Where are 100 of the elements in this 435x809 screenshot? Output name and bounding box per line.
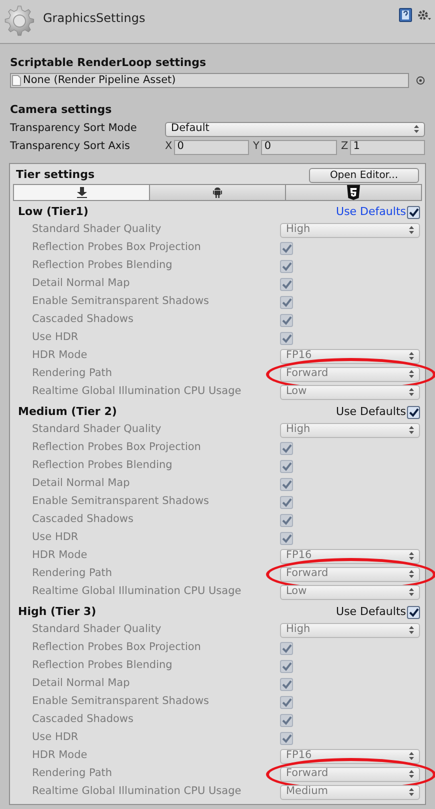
panel-heading: Tier settings [16, 166, 95, 183]
stepper-arrows-icon [409, 370, 414, 378]
stepper-arrows-icon [409, 770, 414, 778]
setting-dropdown[interactable]: High [280, 622, 420, 638]
checkbox[interactable] [280, 532, 293, 544]
asset-field[interactable]: None (Render Pipeline Asset) [10, 73, 409, 88]
setting-dropdown[interactable]: Forward [280, 366, 420, 382]
number-field[interactable]: 0 [261, 140, 337, 154]
checkbox[interactable] [280, 642, 293, 654]
checkbox[interactable] [280, 678, 293, 690]
platform-tab[interactable] [149, 185, 285, 200]
setting-label: Detail Normal Map [32, 676, 131, 692]
platform-tab[interactable] [14, 185, 149, 200]
tier-heading: Low (Tier1) [18, 204, 88, 220]
setting-label: Detail Normal Map [32, 276, 131, 292]
stepper-arrows-icon [409, 588, 414, 596]
use-defaults-label: Use Defaults [336, 204, 406, 220]
stepper-arrows-icon [409, 352, 414, 360]
setting-label: Use HDR [32, 730, 80, 746]
setting-label: Reflection Probes Box Projection [32, 640, 202, 656]
checkmark-icon [408, 608, 418, 616]
checkbox[interactable] [407, 606, 420, 618]
html5-shield-icon [347, 185, 360, 200]
setting-dropdown[interactable]: Low [280, 584, 420, 600]
stepper-arrows-icon [409, 426, 414, 434]
checkbox[interactable] [280, 478, 293, 490]
setting-label: Use HDR [32, 330, 80, 346]
setting-label: Rendering Path [32, 766, 114, 782]
setting-dropdown[interactable]: Forward [280, 566, 420, 582]
setting-label: Rendering Path [32, 566, 114, 582]
setting-label: Standard Shader Quality [32, 622, 162, 638]
tier-heading: High (Tier 3) [18, 604, 96, 620]
setting-label: Enable Semitransparent Shadows [32, 494, 210, 510]
tier-heading: Medium (Tier 2) [18, 404, 117, 420]
setting-label: Reflection Probes Box Projection [32, 440, 202, 456]
checkbox[interactable] [280, 714, 293, 726]
checkbox[interactable] [407, 206, 420, 218]
number-field[interactable]: 0 [174, 140, 249, 154]
platform-tab[interactable] [285, 185, 421, 200]
axis-label: Z [341, 139, 348, 154]
document-icon [12, 75, 21, 86]
checkbox[interactable] [280, 732, 293, 744]
setting-label: HDR Mode [32, 548, 88, 564]
setting-label: Reflection Probes Blending [32, 258, 174, 274]
checkbox[interactable] [280, 242, 293, 254]
number-field[interactable]: 1 [350, 140, 425, 154]
use-defaults-label: Use Defaults [336, 604, 406, 620]
setting-dropdown[interactable]: High [280, 422, 420, 438]
stepper-arrows-icon [409, 788, 414, 796]
setting-label: Standard Shader Quality [32, 222, 162, 238]
section-heading: Camera settings [10, 102, 113, 118]
checkbox[interactable] [280, 278, 293, 290]
setting-dropdown[interactable]: High [280, 222, 420, 238]
setting-label: HDR Mode [32, 348, 88, 364]
setting-label: HDR Mode [32, 748, 88, 764]
checkbox[interactable] [280, 332, 293, 344]
stepper-arrows-icon [409, 552, 414, 560]
android-icon [213, 187, 222, 198]
setting-label: Cascaded Shadows [32, 712, 134, 728]
field-label: Transparency Sort Mode [10, 121, 138, 136]
setting-dropdown[interactable]: Forward [280, 766, 420, 782]
checkbox[interactable] [280, 660, 293, 672]
setting-label: Cascaded Shadows [32, 312, 134, 328]
checkbox[interactable] [280, 260, 293, 272]
axis-label: X [165, 139, 172, 154]
setting-label: Realtime Global Illumination CPU Usage [32, 384, 242, 400]
stepper-arrows-icon [414, 125, 419, 133]
object-picker-icon[interactable] [416, 76, 425, 85]
axis-label: Y [253, 139, 260, 154]
checkbox[interactable] [280, 314, 293, 326]
setting-label: Reflection Probes Blending [32, 658, 174, 674]
stepper-arrows-icon [409, 226, 414, 234]
checkmark-icon [408, 208, 418, 216]
setting-label: Use HDR [32, 530, 80, 546]
sort-mode-dropdown[interactable]: Default [165, 122, 425, 136]
download-icon [76, 187, 86, 198]
help-book-icon[interactable] [399, 8, 412, 22]
checkmark-icon [408, 408, 418, 416]
checkbox[interactable] [280, 442, 293, 454]
checkbox[interactable] [280, 296, 293, 308]
setting-dropdown[interactable]: Medium [280, 784, 420, 800]
checkbox[interactable] [407, 406, 420, 418]
stepper-arrows-icon [409, 570, 414, 578]
checkbox[interactable] [280, 514, 293, 526]
stepper-arrows-icon [409, 626, 414, 634]
settings-icon[interactable] [417, 8, 431, 22]
setting-label: Standard Shader Quality [32, 422, 162, 438]
checkbox[interactable] [280, 496, 293, 508]
checkbox[interactable] [280, 460, 293, 472]
setting-label: Realtime Global Illumination CPU Usage [32, 584, 242, 600]
section-heading: Scriptable RenderLoop settings [10, 55, 208, 71]
open-editor-button[interactable]: Open Editor... [309, 168, 419, 182]
inspector-title: GraphicsSettings [43, 10, 146, 27]
setting-label: Detail Normal Map [32, 476, 131, 492]
checkbox[interactable] [280, 696, 293, 708]
setting-label: Reflection Probes Box Projection [32, 240, 202, 256]
setting-dropdown[interactable]: Low [280, 384, 420, 400]
setting-label: Cascaded Shadows [32, 512, 134, 528]
setting-label: Realtime Global Illumination CPU Usage [32, 784, 242, 800]
setting-label: Reflection Probes Blending [32, 458, 174, 474]
